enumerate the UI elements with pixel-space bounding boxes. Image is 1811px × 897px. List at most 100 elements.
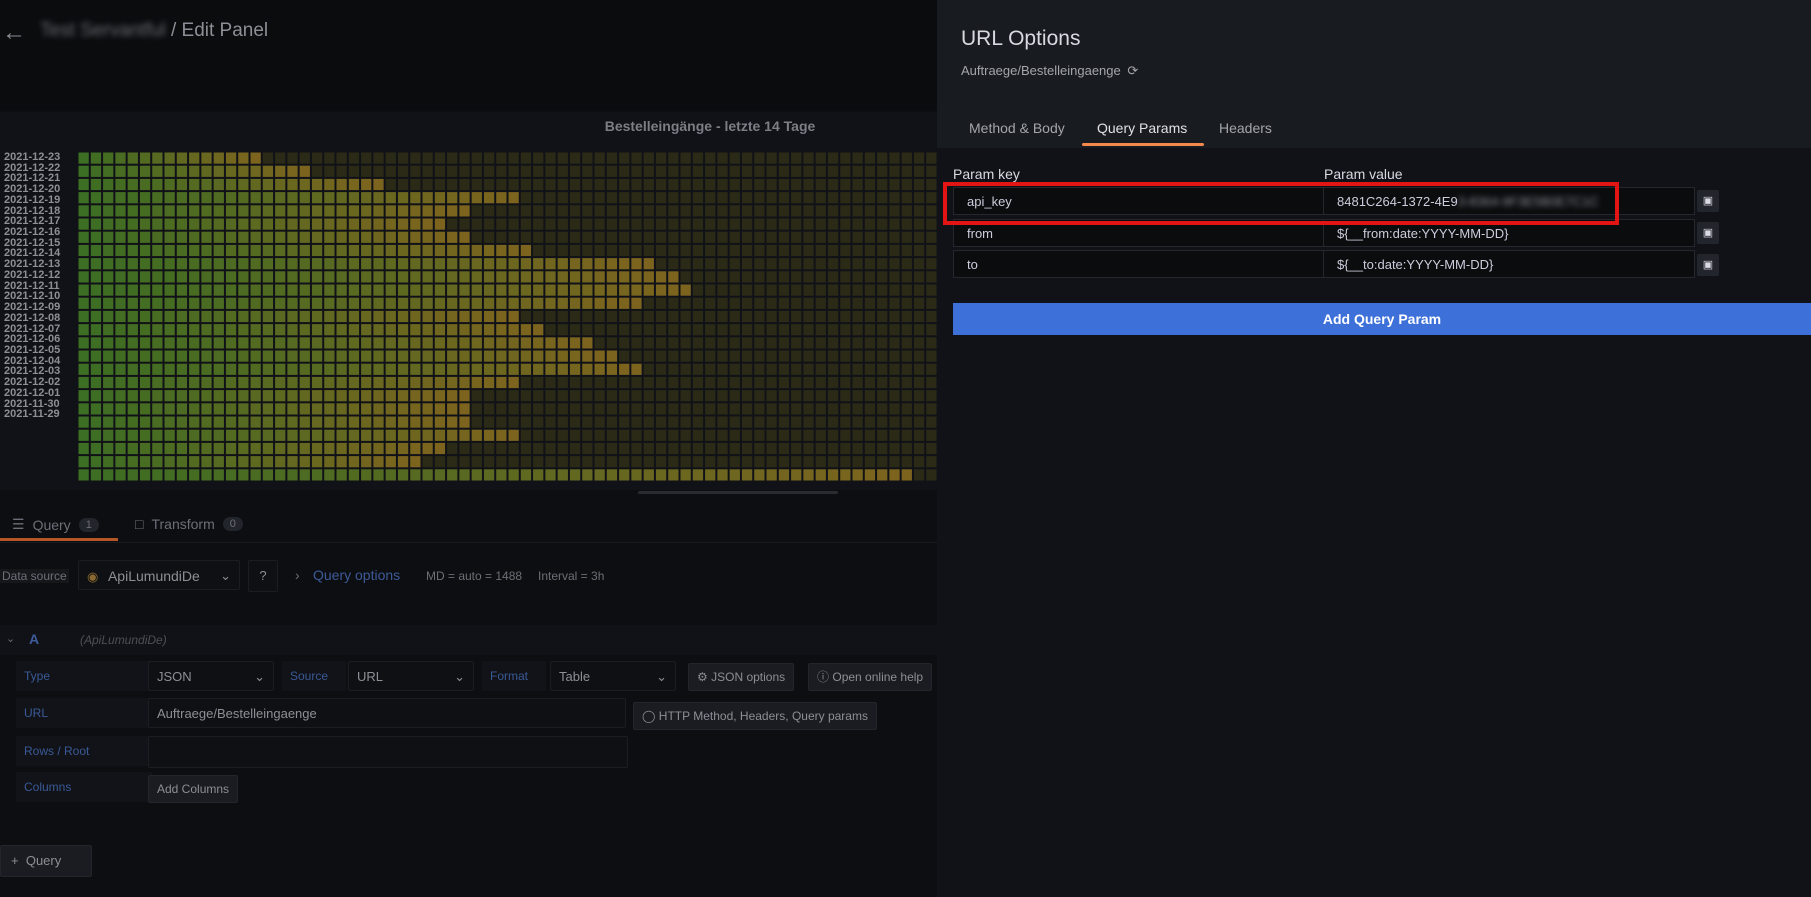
- heatmap-cell: [803, 456, 814, 468]
- rows-root-input[interactable]: [148, 736, 628, 768]
- heatmap-cell: [803, 337, 814, 349]
- heatmap-cell: [754, 429, 765, 441]
- heatmap-cell: [594, 403, 605, 415]
- heatmap-cell: [397, 429, 409, 441]
- query-row-a[interactable]: ⌄ A (ApiLumundiDe): [0, 625, 937, 655]
- delete-param-button[interactable]: ▣: [1697, 254, 1719, 276]
- panel-scrollbar[interactable]: [638, 491, 838, 494]
- heatmap-cell: [815, 244, 826, 257]
- heatmap-cell: [729, 297, 740, 309]
- heatmap-cell: [250, 218, 261, 230]
- heatmap-cell: [103, 178, 114, 191]
- http-options-button[interactable]: ◯ HTTP Method, Headers, Query params: [633, 702, 877, 730]
- heatmap-cell: [533, 218, 544, 230]
- heatmap-cell: [926, 376, 937, 389]
- heatmap-cell: [459, 192, 470, 204]
- heatmap-cell: [791, 429, 802, 441]
- heatmap-cell: [778, 429, 790, 441]
- help-button[interactable]: ?: [248, 560, 278, 592]
- add-query-button[interactable]: + Query: [0, 845, 92, 877]
- heatmap-cell: [152, 205, 163, 217]
- heatmap-cell: [152, 469, 163, 481]
- heatmap-cell: [299, 165, 310, 177]
- heatmap-cell: [803, 271, 814, 283]
- heatmap-cell: [410, 337, 421, 349]
- param-value-input[interactable]: ${__to:date:YYYY-MM-DD}: [1323, 250, 1695, 278]
- heatmap-cell: [78, 429, 89, 441]
- heatmap-cell: [680, 442, 691, 455]
- heatmap-cell: [840, 218, 851, 230]
- back-arrow-icon[interactable]: ←: [2, 21, 26, 45]
- heatmap-cell: [164, 469, 175, 481]
- open-help-button[interactable]: ⓘ Open online help: [808, 663, 933, 691]
- query-options-toggle[interactable]: Query options: [313, 567, 400, 583]
- heatmap-cell: [103, 456, 114, 468]
- add-columns-button[interactable]: Add Columns: [148, 775, 239, 803]
- delete-param-button[interactable]: ▣: [1697, 190, 1719, 212]
- tab-query[interactable]: ☰ Query 1: [12, 516, 99, 533]
- heatmap-cell: [533, 165, 544, 177]
- heatmap-cell: [422, 337, 433, 349]
- datasource-select[interactable]: ◉ ApiLumundiDe ⌄: [78, 560, 240, 590]
- heatmap-cell: [803, 218, 814, 230]
- heatmap-cell: [619, 310, 630, 323]
- drawer-tabs: [937, 112, 1811, 149]
- heatmap-cell: [250, 442, 261, 455]
- tab-transform[interactable]: □ Transform 0: [135, 516, 243, 532]
- json-options-button[interactable]: ⚙ JSON options: [688, 663, 795, 691]
- heatmap-cell: [459, 324, 470, 336]
- heatmap-cell: [496, 165, 507, 177]
- heatmap-cell: [557, 469, 568, 481]
- type-select[interactable]: JSON ⌄: [148, 661, 274, 691]
- add-query-param-button[interactable]: Add Query Param: [953, 303, 1811, 335]
- url-input[interactable]: Auftraege/Bestelleingaenge: [148, 698, 626, 728]
- heatmap-cell: [483, 456, 495, 468]
- heatmap-cell: [410, 310, 421, 323]
- heatmap-cell: [668, 258, 679, 270]
- heatmap-cell: [569, 337, 581, 349]
- format-select[interactable]: Table ⌄: [550, 661, 676, 691]
- collapse-chevron-icon[interactable]: ⌄: [6, 632, 15, 645]
- heatmap-cell: [815, 284, 826, 296]
- heatmap-cell: [827, 376, 839, 389]
- heatmap-cell: [569, 376, 581, 389]
- delete-param-button[interactable]: ▣: [1697, 222, 1719, 244]
- heatmap-cell: [582, 376, 593, 389]
- heatmap-cell: [336, 218, 347, 230]
- heatmap-cell: [778, 244, 790, 257]
- shield-icon: ◯: [642, 709, 656, 723]
- heatmap-cell: [361, 442, 372, 455]
- heatmap-cell: [840, 456, 851, 468]
- heatmap-cell: [238, 469, 249, 481]
- param-key-input[interactable]: to: [953, 250, 1324, 278]
- source-select[interactable]: URL ⌄: [348, 661, 474, 691]
- heatmap-cell: [275, 390, 286, 402]
- heatmap-cell: [176, 456, 188, 468]
- heatmap-cell: [557, 258, 568, 270]
- refresh-icon[interactable]: ⟳: [1127, 63, 1138, 78]
- heatmap-cell: [877, 284, 888, 296]
- heatmap-cell: [815, 165, 826, 177]
- heatmap-cell: [631, 178, 642, 191]
- heatmap-cell: [422, 469, 433, 481]
- heatmap-cell: [729, 178, 740, 191]
- heatmap-cell: [840, 244, 851, 257]
- heatmap-cell: [520, 231, 532, 243]
- tab-method-body[interactable]: Method & Body: [969, 120, 1065, 136]
- heatmap-cell: [729, 429, 740, 441]
- heatmap-cell: [434, 271, 446, 283]
- heatmap-cell: [729, 337, 740, 349]
- heatmap-cell: [545, 152, 556, 164]
- heatmap-cell: [127, 165, 138, 177]
- tab-headers[interactable]: Headers: [1219, 120, 1272, 136]
- dashboard-name[interactable]: Test Servantful: [40, 20, 166, 41]
- heatmap-cell: [741, 442, 753, 455]
- heatmap-cell: [631, 469, 642, 481]
- heatmap-cell: [803, 231, 814, 243]
- heatmap-cell: [668, 469, 679, 481]
- heatmap-cell: [201, 231, 212, 243]
- heatmap-cell: [557, 429, 568, 441]
- heatmap-cell: [643, 205, 654, 217]
- tab-query-params[interactable]: Query Params: [1097, 120, 1187, 136]
- heatmap-cell: [545, 390, 556, 402]
